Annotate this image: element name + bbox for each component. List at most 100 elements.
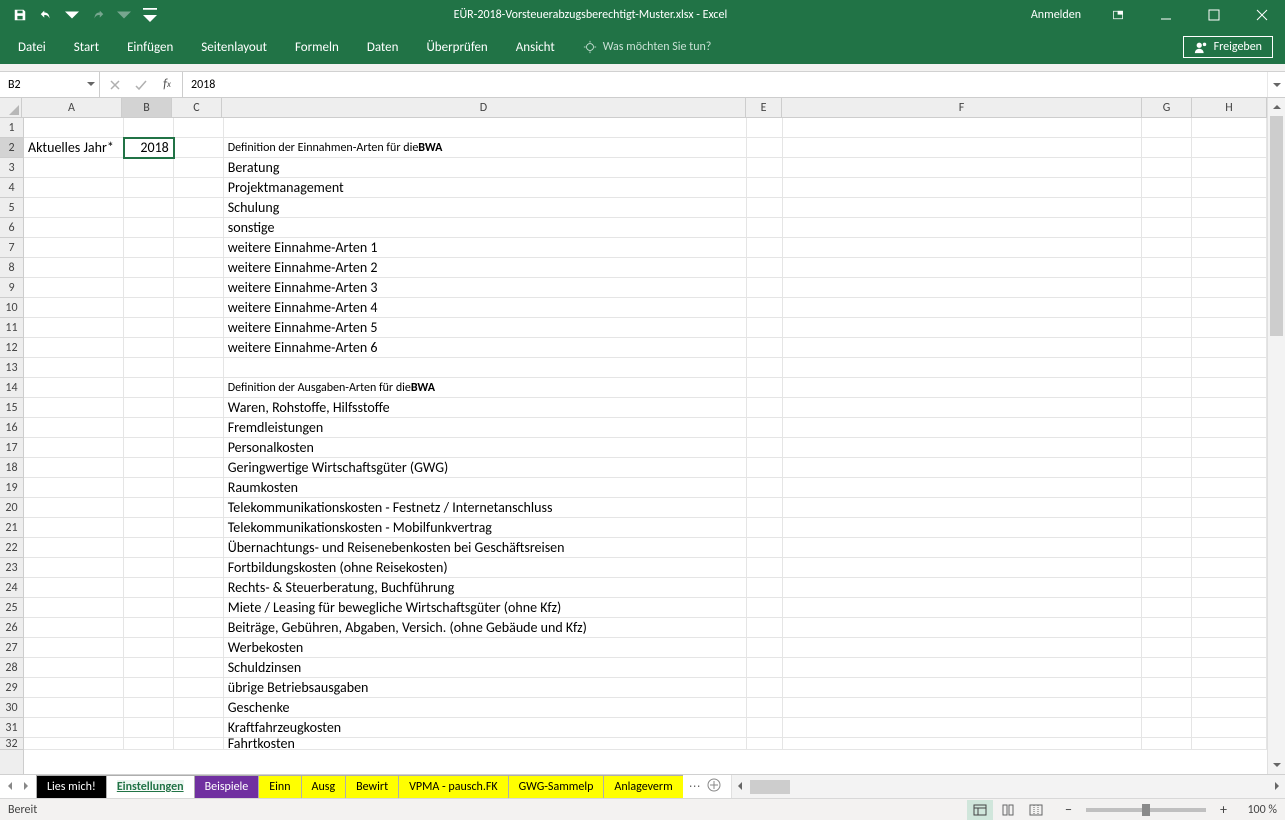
cell-F28[interactable] [783, 658, 1142, 678]
insert-function-button[interactable]: fx [156, 75, 178, 95]
cell-C22[interactable] [174, 538, 224, 558]
undo-dropdown[interactable] [60, 3, 84, 27]
cell-G3[interactable] [1142, 158, 1192, 178]
scroll-down-button[interactable] [1268, 756, 1285, 774]
cell-H26[interactable] [1192, 618, 1267, 638]
cell-H17[interactable] [1192, 438, 1267, 458]
cell-H29[interactable] [1192, 678, 1267, 698]
cell-B4[interactable] [124, 178, 174, 198]
cell-F8[interactable] [783, 258, 1142, 278]
row-header-31[interactable]: 31 [0, 718, 23, 738]
page-layout-view-button[interactable] [995, 800, 1021, 820]
cell-F23[interactable] [783, 558, 1142, 578]
cell-E24[interactable] [747, 578, 783, 598]
row-header-11[interactable]: 11 [0, 318, 23, 338]
row-header-17[interactable]: 17 [0, 438, 23, 458]
cell-E3[interactable] [747, 158, 783, 178]
cell-A26[interactable] [24, 618, 124, 638]
cell-C10[interactable] [174, 298, 224, 318]
cell-D12[interactable]: weitere Einnahme-Arten 6 [224, 338, 747, 358]
cell-F30[interactable] [783, 698, 1142, 718]
cell-B5[interactable] [124, 198, 174, 218]
tab-seitenlayout[interactable]: Seitenlayout [187, 32, 281, 63]
cell-F21[interactable] [783, 518, 1142, 538]
col-header-H[interactable]: H [1192, 98, 1267, 117]
cell-A17[interactable] [24, 438, 124, 458]
cell-G29[interactable] [1142, 678, 1192, 698]
cell-D27[interactable]: Werbekosten [224, 638, 747, 658]
cell-B23[interactable] [124, 558, 174, 578]
cell-E19[interactable] [747, 478, 783, 498]
row-header-30[interactable]: 30 [0, 698, 23, 718]
cell-D5[interactable]: Schulung [224, 198, 747, 218]
cell-H20[interactable] [1192, 498, 1267, 518]
cell-F19[interactable] [783, 478, 1142, 498]
cell-D29[interactable]: übrige Betriebsausgaben [224, 678, 747, 698]
cell-E20[interactable] [747, 498, 783, 518]
cell-D8[interactable]: weitere Einnahme-Arten 2 [224, 258, 747, 278]
cell-D18[interactable]: Geringwertige Wirtschaftsgüter (GWG) [224, 458, 747, 478]
col-header-C[interactable]: C [172, 98, 222, 117]
cell-H14[interactable] [1192, 378, 1267, 398]
cell-E9[interactable] [747, 278, 783, 298]
cell-B7[interactable] [124, 238, 174, 258]
cell-B19[interactable] [124, 478, 174, 498]
minimize-button[interactable] [1143, 0, 1189, 30]
cell-D21[interactable]: Telekommunikationskosten - Mobilfunkvert… [224, 518, 747, 538]
cell-H24[interactable] [1192, 578, 1267, 598]
zoom-handle[interactable] [1142, 804, 1150, 816]
cell-A11[interactable] [24, 318, 124, 338]
page-break-view-button[interactable] [1023, 800, 1049, 820]
cell-E16[interactable] [747, 418, 783, 438]
row-header-21[interactable]: 21 [0, 518, 23, 538]
cell-G11[interactable] [1142, 318, 1192, 338]
tab-ansicht[interactable]: Ansicht [502, 32, 569, 63]
cell-A32[interactable] [24, 738, 124, 750]
cell-B17[interactable] [124, 438, 174, 458]
row-header-22[interactable]: 22 [0, 538, 23, 558]
cell-A5[interactable] [24, 198, 124, 218]
cell-H4[interactable] [1192, 178, 1267, 198]
cell-C8[interactable] [174, 258, 224, 278]
cell-E31[interactable] [747, 718, 783, 738]
share-button[interactable]: Freigeben [1183, 36, 1273, 58]
col-header-B[interactable]: B [122, 98, 172, 117]
cell-E14[interactable] [747, 378, 783, 398]
cell-H23[interactable] [1192, 558, 1267, 578]
cell-F4[interactable] [783, 178, 1142, 198]
tab-start[interactable]: Start [60, 32, 113, 63]
cell-G25[interactable] [1142, 598, 1192, 618]
cell-F12[interactable] [783, 338, 1142, 358]
cell-E26[interactable] [747, 618, 783, 638]
new-sheet-button[interactable] [707, 778, 721, 796]
cell-D13[interactable] [224, 358, 747, 378]
cell-B13[interactable] [124, 358, 174, 378]
cell-F17[interactable] [783, 438, 1142, 458]
cell-D23[interactable]: Fortbildungskosten (ohne Reisekosten) [224, 558, 747, 578]
save-button[interactable] [8, 3, 32, 27]
cell-C17[interactable] [174, 438, 224, 458]
cell-C15[interactable] [174, 398, 224, 418]
cell-C20[interactable] [174, 498, 224, 518]
cell-H22[interactable] [1192, 538, 1267, 558]
cell-F9[interactable] [783, 278, 1142, 298]
cell-D31[interactable]: Kraftfahrzeugkosten [224, 718, 747, 738]
cell-A30[interactable] [24, 698, 124, 718]
cell-D10[interactable]: weitere Einnahme-Arten 4 [224, 298, 747, 318]
cell-D11[interactable]: weitere Einnahme-Arten 5 [224, 318, 747, 338]
cell-C30[interactable] [174, 698, 224, 718]
cell-G6[interactable] [1142, 218, 1192, 238]
cell-A28[interactable] [24, 658, 124, 678]
cell-E6[interactable] [747, 218, 783, 238]
tell-me[interactable]: Was möchten Sie tun? [569, 40, 712, 54]
cell-H8[interactable] [1192, 258, 1267, 278]
cell-D7[interactable]: weitere Einnahme-Arten 1 [224, 238, 747, 258]
cell-E5[interactable] [747, 198, 783, 218]
cell-F14[interactable] [783, 378, 1142, 398]
row-header-4[interactable]: 4 [0, 178, 23, 198]
cell-E18[interactable] [747, 458, 783, 478]
ribbon-display-options[interactable] [1095, 0, 1141, 30]
cell-D32[interactable]: Fahrtkosten [224, 738, 747, 750]
cell-C9[interactable] [174, 278, 224, 298]
cell-F24[interactable] [783, 578, 1142, 598]
